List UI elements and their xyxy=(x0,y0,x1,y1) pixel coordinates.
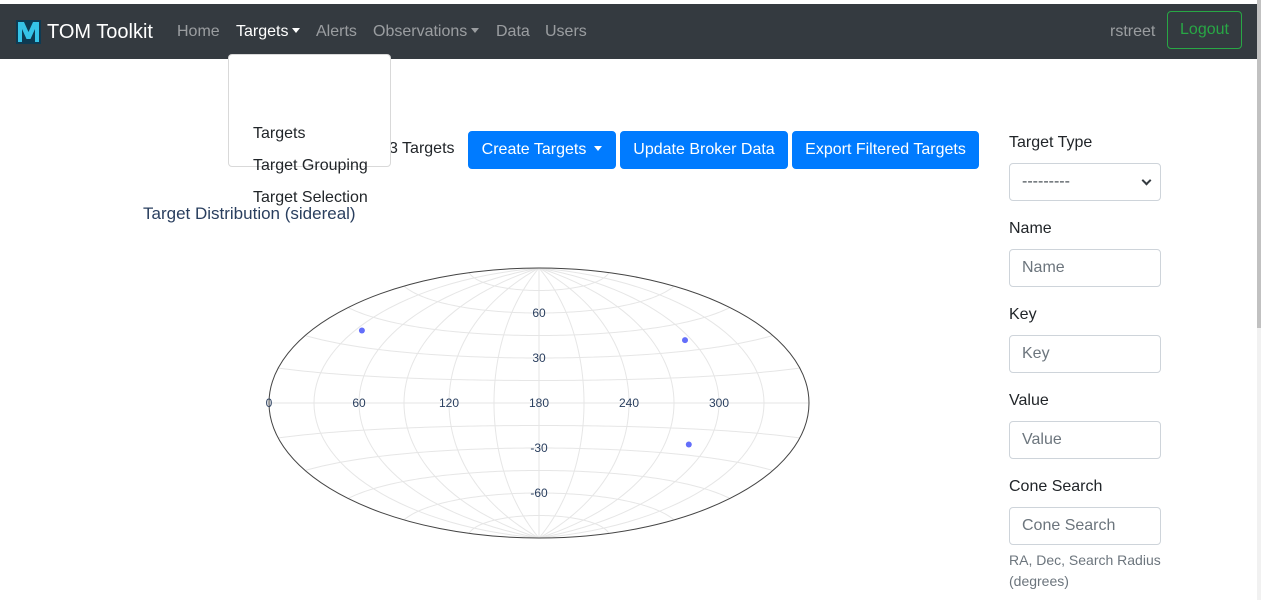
create-targets-label: Create Targets xyxy=(481,141,587,158)
map-points xyxy=(358,327,692,448)
caret-down-icon xyxy=(471,27,480,33)
page-scrollbar[interactable] xyxy=(1257,0,1261,600)
target-point[interactable] xyxy=(685,441,692,448)
dec-tick-label: 30 xyxy=(532,351,546,365)
ra-tick-label: 120 xyxy=(439,396,459,410)
value-input[interactable] xyxy=(1009,421,1161,459)
page-scrollbar-thumb[interactable] xyxy=(1257,0,1261,328)
create-targets-button[interactable]: Create Targets xyxy=(468,131,616,169)
brand-link[interactable]: TOM Toolkit xyxy=(16,20,153,44)
nav-alerts[interactable]: Alerts xyxy=(316,23,357,41)
nav-home[interactable]: Home xyxy=(177,23,220,41)
nav-targets-toggle[interactable]: Targets xyxy=(236,23,301,41)
name-input[interactable] xyxy=(1009,249,1161,287)
chart-title: Target Distribution (sidereal) xyxy=(143,204,356,223)
nav-observations-toggle[interactable]: Observations xyxy=(373,23,480,41)
targets-dropdown-menu: Targets Target Grouping Target Selection xyxy=(228,54,391,206)
nav-targets-label: Targets xyxy=(236,23,289,40)
target-point[interactable] xyxy=(358,327,365,334)
target-type-select[interactable]: --------- xyxy=(1009,163,1161,201)
update-broker-data-button[interactable]: Update Broker Data xyxy=(620,131,788,169)
target-count: 3 Targets xyxy=(389,140,455,157)
brand-name: TOM Toolkit xyxy=(47,21,153,43)
tom-logo-icon xyxy=(16,20,41,44)
sky-distribution-map[interactable]: 0 60 120 180 240 300 60 30 -30 -60 xyxy=(260,260,820,550)
target-type-value: --------- xyxy=(1022,173,1070,190)
ra-tick-label: 240 xyxy=(619,396,639,410)
current-username: rstreet xyxy=(1110,23,1156,40)
dropdown-item-target-selection[interactable]: Target Selection xyxy=(253,189,368,207)
nav-observations-label: Observations xyxy=(373,23,468,40)
target-point[interactable] xyxy=(682,337,688,344)
dec-tick-label: -60 xyxy=(530,486,548,500)
dropdown-item-targets[interactable]: Targets xyxy=(253,125,305,143)
export-filtered-targets-button[interactable]: Export Filtered Targets xyxy=(792,131,979,169)
key-label: Key xyxy=(1009,306,1037,323)
nav-data[interactable]: Data xyxy=(496,23,530,41)
caret-down-icon xyxy=(292,27,301,33)
key-input[interactable] xyxy=(1009,335,1161,373)
dropdown-item-target-grouping[interactable]: Target Grouping xyxy=(253,157,368,175)
cone-search-label: Cone Search xyxy=(1009,478,1103,495)
value-label: Value xyxy=(1009,392,1049,409)
ra-tick-label: 300 xyxy=(709,396,729,410)
dec-tick-label: -30 xyxy=(530,441,548,455)
dec-tick-label: 60 xyxy=(532,306,546,320)
nav-users[interactable]: Users xyxy=(545,23,587,41)
target-type-label: Target Type xyxy=(1009,134,1093,151)
chevron-down-icon xyxy=(1141,175,1152,186)
ra-tick-label: 0 xyxy=(266,396,273,410)
ra-tick-label: 60 xyxy=(352,396,366,410)
logout-button[interactable]: Logout xyxy=(1167,11,1242,49)
cone-search-help: RA, Dec, Search Radius (degrees) xyxy=(1009,552,1161,589)
navbar: TOM Toolkit Home Targets Alerts Observat… xyxy=(0,4,1257,59)
cone-search-input[interactable] xyxy=(1009,507,1161,545)
ra-tick-label: 180 xyxy=(529,396,549,410)
caret-down-icon xyxy=(594,145,603,151)
name-label: Name xyxy=(1009,220,1052,237)
